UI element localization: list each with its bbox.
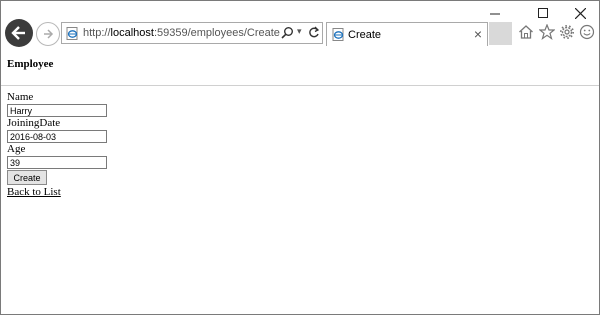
horizontal-rule <box>1 85 599 86</box>
home-icon[interactable] <box>518 24 534 40</box>
arrow-right-icon <box>44 29 54 39</box>
name-label: Name <box>7 91 34 103</box>
forward-button[interactable] <box>36 22 60 46</box>
maximize-icon <box>538 8 548 18</box>
tab-create[interactable]: Create × <box>326 22 488 46</box>
favorites-star-icon[interactable] <box>539 24 555 40</box>
browser-window: http://localhost:59359/employees/Create … <box>0 0 600 315</box>
joining-date-label: JoiningDate <box>7 117 61 129</box>
address-url: http://localhost:59359/employees/Create <box>83 27 280 39</box>
address-bar[interactable]: http://localhost:59359/employees/Create … <box>61 22 323 44</box>
back-button[interactable] <box>5 19 33 47</box>
refresh-icon[interactable] <box>308 26 320 39</box>
ie-page-icon <box>332 28 344 41</box>
search-icon[interactable] <box>281 26 294 39</box>
joining-date-input[interactable] <box>7 130 107 143</box>
dropdown-arrow-icon[interactable]: ▾ <box>297 26 302 37</box>
tab-close-icon[interactable]: × <box>474 26 482 42</box>
smiley-feedback-icon[interactable] <box>579 24 595 40</box>
page-title: Employee <box>7 58 54 70</box>
back-to-list-link[interactable]: Back to List <box>7 186 107 199</box>
close-window-button[interactable] <box>565 3 595 23</box>
ie-page-icon <box>66 27 78 40</box>
maximize-button[interactable] <box>528 3 558 23</box>
employee-create-form: Name JoiningDate Age Create Back to List <box>7 91 107 199</box>
arrow-left-icon <box>11 26 25 40</box>
settings-gear-icon[interactable] <box>559 24 575 40</box>
tab-label: Create <box>348 29 382 41</box>
age-label: Age <box>7 143 26 155</box>
create-button[interactable]: Create <box>7 170 47 185</box>
minimize-button[interactable] <box>480 3 510 23</box>
close-icon <box>574 7 586 19</box>
age-input[interactable] <box>7 156 107 169</box>
minimize-icon <box>490 13 500 15</box>
new-tab-button[interactable] <box>489 22 512 45</box>
name-input[interactable] <box>7 104 107 117</box>
